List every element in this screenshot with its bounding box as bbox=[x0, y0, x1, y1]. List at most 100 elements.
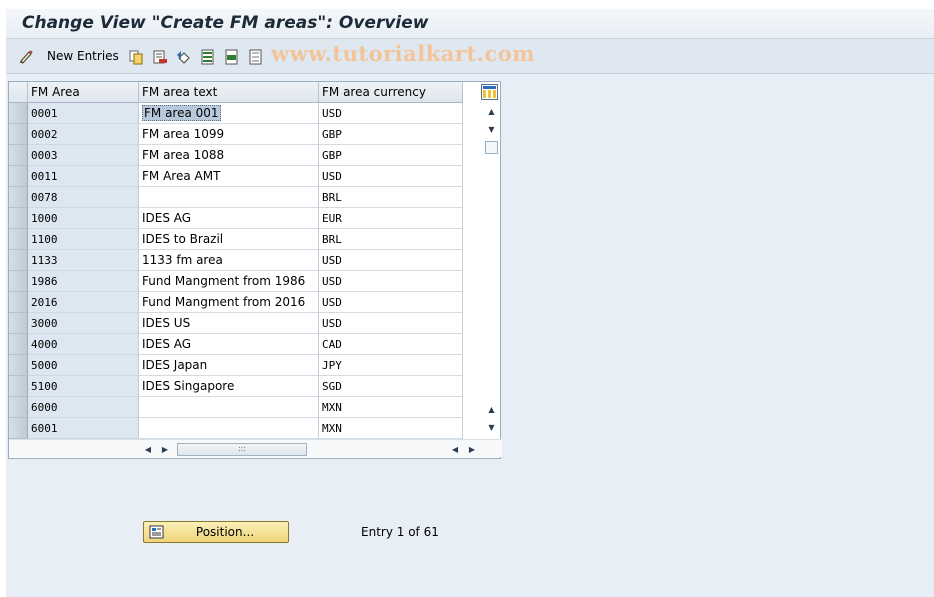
row-selector[interactable] bbox=[9, 208, 28, 229]
fm-area-cell: 0011 bbox=[28, 166, 139, 187]
row-selector[interactable] bbox=[9, 355, 28, 376]
fm-area-currency-cell[interactable]: JPY bbox=[319, 355, 463, 376]
table-row[interactable]: 1100 IDES to Brazil BRL bbox=[9, 229, 463, 250]
fm-area-text-cell[interactable]: FM area 1099 bbox=[139, 124, 319, 145]
select-all-rows-button[interactable] bbox=[9, 82, 28, 103]
horizontal-scrollbar[interactable]: ◀ ▶ ::: ◀ ▶ bbox=[9, 439, 502, 457]
vertical-scroll-thumb[interactable] bbox=[485, 141, 498, 154]
fm-area-currency-cell[interactable]: USD bbox=[319, 250, 463, 271]
fm-area-cell: 1133 bbox=[28, 250, 139, 271]
fm-area-currency-cell[interactable]: BRL bbox=[319, 187, 463, 208]
fm-area-currency-cell[interactable]: USD bbox=[319, 271, 463, 292]
column-header-fm-area-currency[interactable]: FM area currency bbox=[319, 82, 463, 103]
fm-area-text-cell[interactable]: FM area 001 bbox=[139, 103, 319, 124]
row-selector[interactable] bbox=[9, 187, 28, 208]
delete-icon[interactable] bbox=[151, 48, 168, 65]
scroll-up-icon[interactable]: ▲ bbox=[484, 104, 499, 118]
fm-area-currency-cell[interactable]: USD bbox=[319, 103, 463, 124]
table-row[interactable]: 2016 Fund Mangment from 2016 USD bbox=[9, 292, 463, 313]
horizontal-scroll-thumb[interactable]: ::: bbox=[177, 443, 307, 456]
row-selector[interactable] bbox=[9, 292, 28, 313]
fm-area-currency-cell[interactable]: MXN bbox=[319, 397, 463, 418]
new-entries-button[interactable]: New Entries bbox=[47, 49, 119, 63]
fm-area-text-cell[interactable]: IDES AG bbox=[139, 334, 319, 355]
edit-pencil-icon[interactable] bbox=[18, 48, 35, 65]
table-row[interactable]: 4000 IDES AG CAD bbox=[9, 334, 463, 355]
fm-area-cell: 1100 bbox=[28, 229, 139, 250]
scroll-left-icon[interactable]: ◀ bbox=[142, 442, 154, 456]
fm-area-text-cell[interactable]: Fund Mangment from 2016 bbox=[139, 292, 319, 313]
fm-area-text-cell[interactable]: IDES to Brazil bbox=[139, 229, 319, 250]
scroll-right-icon[interactable]: ▶ bbox=[159, 442, 171, 456]
fm-area-currency-cell[interactable]: USD bbox=[319, 313, 463, 334]
fm-area-currency-cell[interactable]: GBP bbox=[319, 145, 463, 166]
row-selector[interactable] bbox=[9, 166, 28, 187]
fm-area-currency-cell[interactable]: GBP bbox=[319, 124, 463, 145]
scroll-left-end-icon[interactable]: ◀ bbox=[449, 442, 461, 456]
fm-area-text-cell[interactable]: IDES AG bbox=[139, 208, 319, 229]
fm-area-currency-cell[interactable]: USD bbox=[319, 166, 463, 187]
position-button[interactable]: Position... bbox=[143, 521, 289, 543]
table-row[interactable]: 0002 FM area 1099 GBP bbox=[9, 124, 463, 145]
table-row[interactable]: 0003 FM area 1088 GBP bbox=[9, 145, 463, 166]
fm-area-text-cell[interactable]: FM Area AMT bbox=[139, 166, 319, 187]
fm-area-text-cell[interactable]: 1133 fm area bbox=[139, 250, 319, 271]
fm-area-currency-cell[interactable]: USD bbox=[319, 292, 463, 313]
table-row[interactable]: 5100 IDES Singapore SGD bbox=[9, 376, 463, 397]
table-row[interactable]: 1986 Fund Mangment from 1986 USD bbox=[9, 271, 463, 292]
fm-area-text-cell[interactable] bbox=[139, 187, 319, 208]
fm-area-text-cell[interactable]: IDES Japan bbox=[139, 355, 319, 376]
row-selector[interactable] bbox=[9, 313, 28, 334]
row-selector[interactable] bbox=[9, 418, 28, 439]
row-selector[interactable] bbox=[9, 334, 28, 355]
scroll-right-end-icon[interactable]: ▶ bbox=[466, 442, 478, 456]
table-row[interactable]: 1133 1133 fm area USD bbox=[9, 250, 463, 271]
fm-area-text-cell[interactable]: IDES US bbox=[139, 313, 319, 334]
scroll-page-up-icon[interactable]: ▲ bbox=[484, 402, 499, 416]
row-selector[interactable] bbox=[9, 145, 28, 166]
fm-area-currency-cell[interactable]: MXN bbox=[319, 418, 463, 439]
scroll-page-down-icon[interactable]: ▼ bbox=[484, 420, 499, 434]
row-selector[interactable] bbox=[9, 103, 28, 124]
undo-icon[interactable] bbox=[175, 48, 192, 65]
table-settings-icon[interactable] bbox=[481, 84, 498, 100]
fm-area-text-cell[interactable]: Fund Mangment from 1986 bbox=[139, 271, 319, 292]
scroll-down-icon[interactable]: ▼ bbox=[484, 122, 499, 136]
table-control: FM Area FM area text FM area currency 00… bbox=[8, 81, 502, 459]
fm-area-currency-cell[interactable]: BRL bbox=[319, 229, 463, 250]
fm-area-currency-cell[interactable]: EUR bbox=[319, 208, 463, 229]
row-selector[interactable] bbox=[9, 229, 28, 250]
copy-icon[interactable] bbox=[127, 48, 144, 65]
row-selector[interactable] bbox=[9, 124, 28, 145]
fm-area-cell: 0078 bbox=[28, 187, 139, 208]
table-row[interactable]: 0078 BRL bbox=[9, 187, 463, 208]
select-all-icon[interactable] bbox=[199, 48, 216, 65]
table-header: FM Area FM area text FM area currency bbox=[9, 82, 463, 103]
table-row[interactable]: 6001 MXN bbox=[9, 418, 463, 439]
table-row[interactable]: 0011 FM Area AMT USD bbox=[9, 166, 463, 187]
selected-text[interactable]: FM area 001 bbox=[142, 105, 221, 121]
table-row[interactable]: 0001 FM area 001 USD bbox=[9, 103, 463, 124]
row-selector[interactable] bbox=[9, 271, 28, 292]
fm-area-text-cell[interactable] bbox=[139, 418, 319, 439]
row-selector[interactable] bbox=[9, 376, 28, 397]
deselect-all-icon[interactable] bbox=[247, 48, 264, 65]
vertical-scrollbar[interactable]: ▲ ▼ ▲ ▼ bbox=[484, 102, 499, 437]
fm-area-cell: 1986 bbox=[28, 271, 139, 292]
row-selector[interactable] bbox=[9, 397, 28, 418]
column-header-fm-area[interactable]: FM Area bbox=[28, 82, 139, 103]
table-row[interactable]: 1000 IDES AG EUR bbox=[9, 208, 463, 229]
select-block-icon[interactable] bbox=[223, 48, 240, 65]
table-row[interactable]: 3000 IDES US USD bbox=[9, 313, 463, 334]
column-header-fm-area-text[interactable]: FM area text bbox=[139, 82, 319, 103]
table-row[interactable]: 5000 IDES Japan JPY bbox=[9, 355, 463, 376]
fm-area-text-cell[interactable]: IDES Singapore bbox=[139, 376, 319, 397]
fm-area-cell: 0002 bbox=[28, 124, 139, 145]
fm-area-cell: 0003 bbox=[28, 145, 139, 166]
fm-area-text-cell[interactable] bbox=[139, 397, 319, 418]
fm-area-text-cell[interactable]: FM area 1088 bbox=[139, 145, 319, 166]
row-selector[interactable] bbox=[9, 250, 28, 271]
fm-area-currency-cell[interactable]: CAD bbox=[319, 334, 463, 355]
table-row[interactable]: 6000 MXN bbox=[9, 397, 463, 418]
fm-area-currency-cell[interactable]: SGD bbox=[319, 376, 463, 397]
